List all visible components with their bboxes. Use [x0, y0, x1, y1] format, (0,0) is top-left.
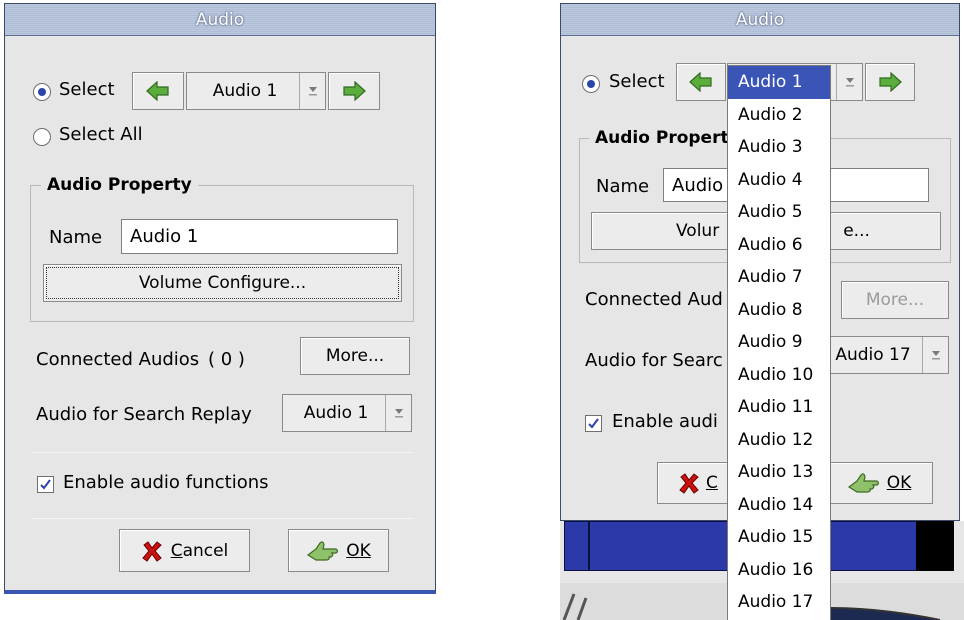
prev-audio-button[interactable]	[676, 63, 726, 101]
name-label: Name	[596, 176, 650, 197]
title-bar: Audio	[561, 4, 959, 36]
cancel-label: C	[706, 473, 718, 493]
red-x-icon	[141, 540, 162, 562]
prev-audio-button[interactable]	[132, 72, 184, 110]
select-all-label: Select All	[59, 124, 143, 145]
group-title: Audio Propert	[589, 128, 735, 148]
green-hand-icon	[847, 473, 879, 493]
red-x-icon	[679, 473, 699, 494]
enable-audio-checkbox[interactable]	[37, 476, 54, 493]
enable-audio-checkbox[interactable]	[585, 415, 602, 432]
search-replay-combo[interactable]: Audio 1	[282, 394, 412, 432]
right-arrow-icon	[879, 72, 902, 92]
left-arrow-icon	[146, 81, 169, 101]
ok-button[interactable]: OK	[288, 529, 389, 572]
dropdown-option[interactable]: Audio 10	[728, 359, 830, 392]
enable-audio-label: Enable audio functions	[63, 472, 269, 493]
search-replay-combo[interactable]: Audio 17	[819, 336, 949, 374]
volume-label-left: Volur	[676, 221, 720, 241]
volume-configure-button[interactable]: Volume Configure...	[43, 264, 402, 302]
dropdown-option[interactable]: Audio 5	[728, 196, 830, 229]
connected-count: ( 0 )	[208, 349, 245, 370]
chevron-down-icon[interactable]	[922, 337, 948, 373]
audio-select-value: Audio 1	[212, 81, 278, 101]
dropdown-option[interactable]: Audio 3	[728, 131, 830, 164]
search-replay-label: Audio for Searc	[585, 350, 723, 371]
checkmark-icon	[40, 479, 51, 490]
dropdown-option[interactable]: Audio 1	[728, 66, 830, 99]
dropdown-option[interactable]: Audio 16	[728, 554, 830, 587]
background-panel	[916, 521, 954, 571]
separator	[31, 452, 413, 453]
connected-audios-label: Connected Audios	[36, 349, 200, 370]
select-all-radio[interactable]	[33, 128, 51, 146]
divider	[588, 521, 590, 571]
dropdown-option[interactable]: Audio 6	[728, 229, 830, 262]
dropdown-option[interactable]: Audio 14	[728, 489, 830, 522]
next-audio-button[interactable]	[865, 63, 915, 101]
connected-audios-label: Connected Aud	[585, 289, 723, 310]
group-title: Audio Property	[41, 175, 198, 195]
cancel-label: Cancel	[170, 540, 229, 561]
dropdown-option[interactable]: Audio 2	[728, 99, 830, 132]
audio-dropdown-list[interactable]: Audio 1 Audio 2 Audio 3 Audio 4 Audio 5 Audio…	[727, 65, 831, 620]
ok-label: OK	[886, 473, 912, 493]
select-label: Select	[609, 71, 665, 92]
green-hand-icon	[307, 540, 339, 561]
audio-dialog: Audio Select Audio 1 Select All Audio Pr…	[4, 3, 436, 594]
next-audio-button[interactable]	[328, 72, 380, 110]
dropdown-option[interactable]: Audio 13	[728, 456, 830, 489]
chevron-down-icon[interactable]	[385, 395, 411, 431]
ok-label: OK	[346, 540, 371, 561]
dropdown-option[interactable]: Audio 4	[728, 164, 830, 197]
more-button[interactable]: More...	[300, 337, 410, 375]
name-label: Name	[49, 227, 103, 248]
chevron-down-icon[interactable]	[836, 64, 862, 100]
cancel-button[interactable]: Cancel	[119, 529, 250, 572]
name-field[interactable]: Audio 1	[121, 219, 398, 254]
enable-audio-label: Enable audi	[612, 411, 718, 432]
select-radio[interactable]	[33, 83, 51, 101]
chevron-down-icon[interactable]	[299, 73, 325, 109]
select-radio[interactable]	[582, 75, 600, 93]
dropdown-option[interactable]: Audio 8	[728, 294, 830, 327]
search-replay-value: Audio 17	[835, 345, 911, 365]
search-replay-label: Audio for Search Replay	[36, 404, 252, 425]
separator	[31, 518, 413, 519]
ok-button[interactable]: OK	[825, 462, 933, 504]
dialog-title: Audio	[735, 9, 785, 30]
audio-select-combo[interactable]: Audio 1	[186, 72, 326, 110]
dropdown-option[interactable]: Audio 7	[728, 261, 830, 294]
right-arrow-icon	[343, 81, 366, 101]
dialog-title: Audio	[195, 9, 245, 30]
dropdown-option[interactable]: Audio 17	[728, 586, 830, 619]
dropdown-option[interactable]: Audio 15	[728, 521, 830, 554]
checkmark-icon	[588, 418, 599, 429]
left-arrow-icon	[689, 72, 712, 92]
title-bar: Audio	[5, 4, 435, 36]
dropdown-option[interactable]: Audio 11	[728, 391, 830, 424]
select-label: Select	[59, 79, 115, 100]
dropdown-option[interactable]: Audio 9	[728, 326, 830, 359]
search-replay-value: Audio 1	[303, 403, 369, 423]
dropdown-option[interactable]: Audio 12	[728, 424, 830, 457]
more-button[interactable]: More...	[841, 281, 949, 319]
volume-label-right: e...	[843, 221, 870, 241]
